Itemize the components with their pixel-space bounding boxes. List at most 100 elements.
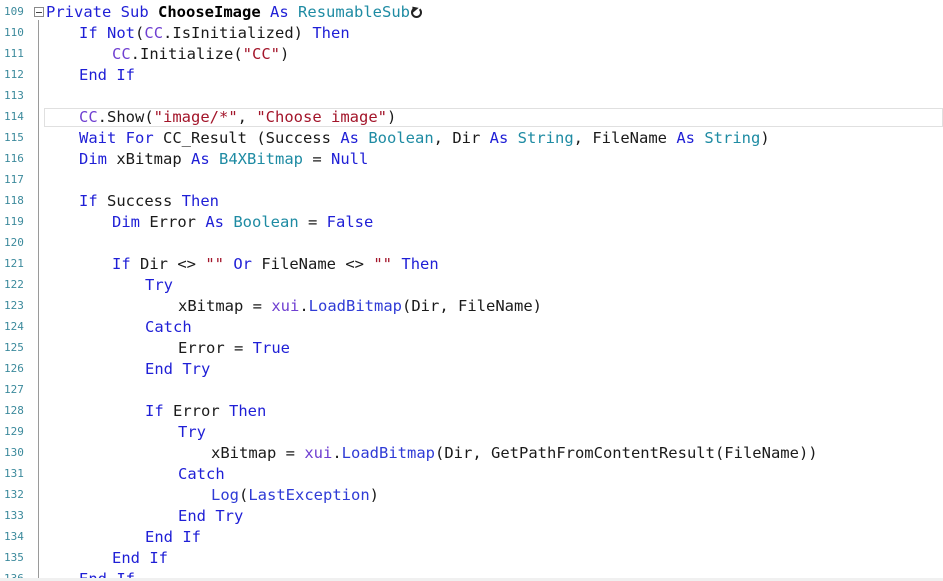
line-number: 127: [4, 383, 24, 396]
code-token: xBitmap =: [178, 297, 272, 315]
code-token: ,: [237, 108, 257, 126]
code-token: As: [191, 150, 210, 168]
code-token: (Dir, FileName): [402, 297, 542, 315]
code-text: End Try: [145, 359, 210, 380]
line-number: 126: [4, 362, 24, 375]
code-token: If: [149, 549, 169, 567]
code-line[interactable]: 124 Catch: [0, 317, 943, 338]
line-number: 116: [4, 152, 24, 165]
code-token: If: [145, 402, 164, 420]
line-number: 122: [4, 278, 24, 291]
code-line[interactable]: 121 If Dir <> "" Or FileName <> "" Then: [0, 254, 943, 275]
line-number: 120: [4, 236, 24, 249]
code-token: If: [182, 528, 202, 546]
code-line[interactable]: 116 Dim xBitmap As B4XBitmap = Null: [0, 149, 943, 170]
code-token: .: [332, 444, 342, 462]
code-line[interactable]: 131 Catch: [0, 464, 943, 485]
code-token: If: [116, 66, 136, 84]
code-token: ): [387, 108, 397, 126]
code-line[interactable]: 122 Try: [0, 275, 943, 296]
code-line[interactable]: 130 xBitmap = xui.LoadBitmap(Dir, GetPath…: [0, 443, 943, 464]
code-line[interactable]: 112 End If: [0, 65, 943, 86]
code-line[interactable]: 110 If Not(CC.IsInitialized) Then: [0, 23, 943, 44]
code-token: CC: [79, 108, 98, 126]
code-token: If: [112, 255, 131, 273]
code-token: String: [704, 129, 761, 147]
code-line[interactable]: 118 If Success Then: [0, 191, 943, 212]
line-number: 113: [4, 89, 24, 102]
code-token: .Show(: [97, 108, 154, 126]
code-line[interactable]: 120: [0, 233, 943, 254]
code-token: LoadBitmap: [341, 444, 435, 462]
code-token: Or: [233, 255, 253, 273]
code-token: End: [79, 66, 107, 84]
line-number: 125: [4, 341, 24, 354]
line-number: 121: [4, 257, 24, 270]
code-token: Private: [46, 3, 112, 21]
code-token: "CC": [242, 45, 280, 63]
code-line[interactable]: 128 If Error Then: [0, 401, 943, 422]
code-line[interactable]: 127: [0, 380, 943, 401]
code-text: End Try: [178, 506, 243, 527]
code-line[interactable]: 129 Try: [0, 422, 943, 443]
code-token: Try: [145, 276, 173, 294]
code-text: CC.Initialize("CC"): [112, 44, 289, 65]
line-number: 135: [4, 551, 24, 564]
line-number: 112: [4, 68, 24, 81]
resumable-sub-icon: [411, 7, 423, 18]
code-line[interactable]: 132 Log(LastException): [0, 485, 943, 506]
code-token: =: [303, 150, 332, 168]
line-number: 114: [4, 110, 24, 123]
code-line[interactable]: 125 Error = True: [0, 338, 943, 359]
line-number: 132: [4, 488, 24, 501]
code-token: Dim: [79, 150, 107, 168]
code-text: Error = True: [178, 338, 290, 359]
code-token: CC: [112, 45, 131, 63]
code-line[interactable]: 115 Wait For CC_Result (Success As Boolea…: [0, 128, 943, 149]
code-line[interactable]: 123 xBitmap = xui.LoadBitmap(Dir, FileNam…: [0, 296, 943, 317]
code-token: ): [369, 486, 380, 504]
code-line[interactable]: 113: [0, 86, 943, 107]
line-number: 118: [4, 194, 24, 207]
line-number: 111: [4, 47, 24, 60]
code-line[interactable]: 134 End If: [0, 527, 943, 548]
code-token: "": [205, 255, 224, 273]
code-token: xBitmap: [107, 150, 191, 168]
code-token: Then: [401, 255, 439, 273]
code-text: Wait For CC_Result (Success As Boolean, …: [79, 128, 770, 149]
code-token: Error: [163, 402, 229, 420]
code-token: Boolean: [368, 129, 434, 147]
code-token: False: [326, 213, 374, 231]
code-line[interactable]: 135 End If: [0, 548, 943, 569]
code-line[interactable]: 133 End Try: [0, 506, 943, 527]
code-line[interactable]: 126 End Try: [0, 359, 943, 380]
code-token: End: [145, 528, 173, 546]
code-line[interactable]: 117: [0, 170, 943, 191]
code-line[interactable]: 119 Dim Error As Boolean = False: [0, 212, 943, 233]
code-line[interactable]: 111 CC.Initialize("CC"): [0, 44, 943, 65]
code-text: End If: [112, 548, 168, 569]
code-line[interactable]: 109 Private Sub ChooseImage As ResumableS…: [0, 2, 943, 23]
code-token: Sub: [120, 3, 149, 21]
code-token: .Initialize(: [130, 45, 243, 63]
code-editor[interactable]: 109 Private Sub ChooseImage As ResumableS…: [0, 0, 943, 581]
code-text: Private Sub ChooseImage As ResumableSub: [46, 2, 423, 23]
code-token: True: [252, 339, 290, 357]
code-line[interactable]: 114 CC.Show("image/*", "Choose image"): [0, 107, 943, 128]
code-token: End: [145, 360, 173, 378]
line-number: 119: [4, 215, 24, 228]
code-token: , Dir: [433, 129, 490, 147]
code-token: As: [676, 129, 695, 147]
code-text: xBitmap = xui.LoadBitmap(Dir, FileName): [178, 296, 542, 317]
code-token: As: [489, 129, 509, 147]
code-text: Dim xBitmap As B4XBitmap = Null: [79, 149, 368, 170]
code-token: Error =: [178, 339, 253, 357]
code-token: Success: [97, 192, 182, 210]
code-token: (Dir, GetPathFromContentResult(FileName)…: [435, 444, 818, 462]
